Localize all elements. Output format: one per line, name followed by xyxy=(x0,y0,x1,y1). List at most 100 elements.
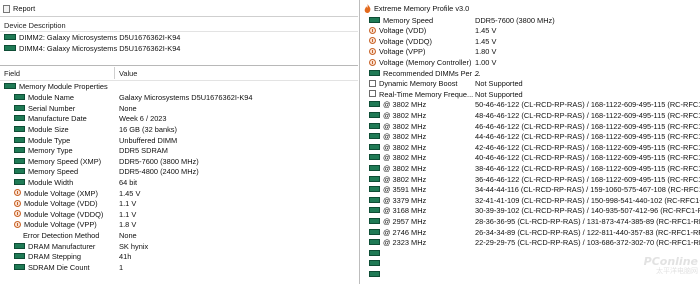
memory-module-icon xyxy=(369,249,380,256)
dimm-item-dimm4[interactable]: DIMM4: Galaxy Microsystems D5U1676362I-K… xyxy=(4,44,180,54)
voltage-icon xyxy=(14,220,21,228)
list-splitter[interactable] xyxy=(0,65,358,66)
list-item[interactable]: @ 3379 MHz xyxy=(369,196,426,207)
memory-module-icon xyxy=(369,186,380,193)
list-item[interactable]: Error Detection Method xyxy=(14,231,99,242)
voltage-icon xyxy=(14,210,21,218)
field-label: Dynamic Memory Boost xyxy=(379,79,458,89)
list-item[interactable]: @ 3168 MHz xyxy=(369,206,426,217)
group-label: Memory Module Properties xyxy=(19,82,108,91)
field-value: DDR5-7600 (3800 MHz) xyxy=(475,15,555,25)
memory-module-icon xyxy=(14,242,25,249)
field-label: DRAM Stepping xyxy=(28,252,81,262)
field-value: 32-41-41-109 (CL-RCD-RP-RAS) / 150-998-5… xyxy=(475,195,700,205)
list-item[interactable]: Module Voltage (VPP) xyxy=(14,220,97,231)
field-value: DDR5 SDRAM xyxy=(119,146,168,156)
list-item[interactable]: @ 3802 MHz xyxy=(369,100,426,111)
report-tab[interactable]: Report xyxy=(3,3,35,15)
list-item[interactable]: Recommended DIMMs Per ... xyxy=(369,69,480,80)
list-item[interactable]: @ 3802 MHz xyxy=(369,122,426,133)
list-item[interactable]: Voltage (Memory Controller) xyxy=(369,58,471,69)
column-header-field[interactable]: Field xyxy=(4,69,20,79)
list-item[interactable]: @ 3802 MHz xyxy=(369,111,426,122)
field-value: 1.45 V xyxy=(475,26,497,36)
list-item[interactable]: Serial Number xyxy=(14,104,75,115)
memory-module-icon xyxy=(14,168,25,175)
field-label: @ 3802 MHz xyxy=(383,142,427,152)
list-item[interactable]: Module Type xyxy=(14,136,70,147)
voltage-icon xyxy=(369,37,376,45)
memory-module-icon xyxy=(369,207,380,214)
group-label: Extreme Memory Profile v3.0 xyxy=(374,4,470,13)
voltage-icon xyxy=(14,189,21,197)
list-item[interactable]: Module Size xyxy=(14,125,69,136)
memory-module-icon xyxy=(369,239,380,246)
list-item[interactable]: Dynamic Memory Boost xyxy=(369,79,457,90)
group-extreme-memory-profile[interactable]: Extreme Memory Profile v3.0 xyxy=(364,3,470,15)
list-item[interactable]: @ 3591 MHz xyxy=(369,185,426,196)
list-item[interactable]: @ 3802 MHz xyxy=(369,153,426,164)
field-value: 1.1 V xyxy=(119,199,137,209)
field-value: 26-34-34-89 (CL-RCD-RP-RAS) / 122-811-44… xyxy=(475,227,700,237)
memory-module-icon xyxy=(14,157,25,164)
list-item[interactable]: Memory Speed (XMP) xyxy=(14,157,101,168)
list-item[interactable]: @ 3802 MHz xyxy=(369,175,426,186)
list-item[interactable]: Manufacture Date xyxy=(14,114,87,125)
list-item[interactable]: @ 2746 MHz xyxy=(369,228,426,239)
column-header-divider xyxy=(0,80,358,81)
list-item[interactable]: Real-Time Memory Freque... xyxy=(369,90,473,101)
memory-module-icon xyxy=(14,136,25,143)
column-header-separator[interactable] xyxy=(114,67,115,79)
field-value: 2 xyxy=(475,68,480,78)
list-item[interactable]: Module Name xyxy=(14,93,74,104)
list-item[interactable]: @ 3802 MHz xyxy=(369,164,426,175)
memory-module-icon xyxy=(14,147,25,154)
list-item[interactable]: Memory Speed xyxy=(14,167,78,178)
field-label: Module Voltage (VPP) xyxy=(24,220,97,230)
field-value: Not Supported xyxy=(475,89,523,99)
field-value: 64 bit xyxy=(119,177,138,187)
field-value: None xyxy=(119,103,137,113)
field-value: SK hynix xyxy=(119,241,149,251)
field-value: 1.80 V xyxy=(475,47,497,57)
list-item[interactable]: SDRAM Die Count xyxy=(14,263,90,274)
list-item[interactable]: Voltage (VPP) xyxy=(369,47,425,58)
list-item[interactable] xyxy=(369,259,383,270)
device-description-divider xyxy=(0,31,358,32)
list-item[interactable]: Memory Type xyxy=(14,146,73,157)
field-value: 34-44-44-116 (CL-RCD-RP-RAS) / 159-1060-… xyxy=(475,185,700,195)
list-item[interactable] xyxy=(369,270,383,281)
field-label: @ 3168 MHz xyxy=(383,206,427,216)
pane-divider[interactable] xyxy=(359,0,360,284)
field-label: @ 3802 MHz xyxy=(383,153,427,163)
list-item[interactable]: @ 3802 MHz xyxy=(369,132,426,143)
field-label: @ 2323 MHz xyxy=(383,238,427,248)
device-description-header: Device Description xyxy=(4,21,66,30)
field-label: Module Voltage (XMP) xyxy=(24,188,98,198)
watermark-logo: PConline xyxy=(643,255,698,268)
field-label: Recommended DIMMs Per ... xyxy=(383,68,481,78)
list-item[interactable]: @ 3802 MHz xyxy=(369,143,426,154)
list-item[interactable] xyxy=(369,249,383,260)
memory-module-icon xyxy=(14,94,25,101)
memory-module-icon xyxy=(369,175,380,182)
list-item[interactable]: Memory Speed xyxy=(369,16,433,27)
watermark-subtitle: 太平洋电脑网 xyxy=(656,268,698,275)
list-item[interactable]: @ 2323 MHz xyxy=(369,238,426,249)
column-header-value[interactable]: Value xyxy=(119,69,137,79)
list-item[interactable]: Module Width xyxy=(14,178,73,189)
list-item[interactable]: Voltage (VDDQ) xyxy=(369,37,432,48)
field-value: 22-29-29-75 (CL-RCD-RP-RAS) / 103-686-37… xyxy=(475,238,700,248)
list-item[interactable]: DRAM Stepping xyxy=(14,252,81,263)
list-item[interactable]: Module Voltage (XMP) xyxy=(14,189,98,200)
list-item[interactable]: Voltage (VDD) xyxy=(369,26,426,37)
dimm-label: DIMM2: Galaxy Microsystems D5U1676362I-K… xyxy=(19,33,181,42)
list-item[interactable]: Module Voltage (VDDQ) xyxy=(14,210,103,221)
list-item[interactable]: DRAM Manufacturer xyxy=(14,242,95,253)
memory-module-icon xyxy=(369,154,380,161)
memory-module-icon xyxy=(14,104,25,111)
dimm-item-dimm2[interactable]: DIMM2: Galaxy Microsystems D5U1676362I-K… xyxy=(4,33,180,43)
list-item[interactable]: Module Voltage (VDD) xyxy=(14,199,98,210)
list-item[interactable]: @ 2957 MHz xyxy=(369,217,426,228)
group-memory-module-properties[interactable]: Memory Module Properties xyxy=(4,82,108,93)
